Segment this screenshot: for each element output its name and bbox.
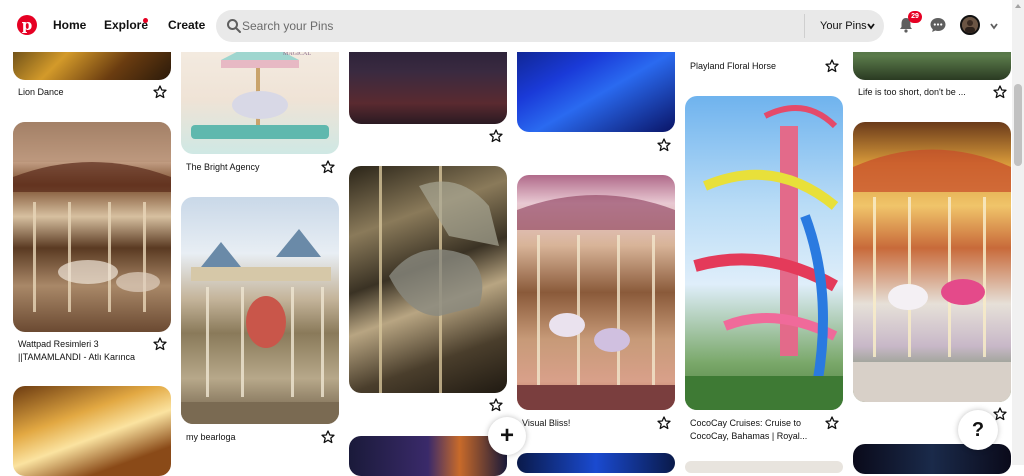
nav-create[interactable]: Create <box>168 18 205 32</box>
pin-title-line-1[interactable]: Wattpad Resimleri 3 <box>18 338 99 351</box>
pin-title-line-2[interactable]: ||TAMAMLANDI - Atlı Karınca <box>18 351 135 364</box>
pin-image-carousel-horses[interactable] <box>349 166 507 393</box>
pin-title-line-2[interactable]: CocoCay, Bahamas | Royal... <box>690 430 807 443</box>
waterpark-illustration <box>685 105 843 410</box>
star-icon[interactable] <box>657 416 671 430</box>
pin-title-line-1[interactable]: CocoCay Cruises: Cruise to <box>690 417 801 430</box>
pin-title[interactable]: The Bright Agency <box>186 161 260 174</box>
scroll-up-arrow-icon[interactable] <box>1015 4 1021 8</box>
star-icon[interactable] <box>489 129 503 143</box>
search-input[interactable] <box>242 10 802 42</box>
carousel-illustration <box>181 229 339 424</box>
page-scrollbar[interactable] <box>1012 0 1024 465</box>
pin-image-my-bearloga[interactable] <box>181 197 339 424</box>
star-icon[interactable] <box>321 430 335 444</box>
account-chevron-down-icon[interactable] <box>989 21 999 31</box>
pin-title[interactable]: Playland Floral Horse <box>690 60 776 73</box>
add-pin-button[interactable]: + <box>488 417 526 455</box>
search-icon <box>227 19 241 33</box>
pin-image-blue-ride[interactable] <box>517 453 675 473</box>
explore-new-dot-icon <box>143 18 148 23</box>
carousel-illustration <box>517 195 675 410</box>
help-button[interactable]: ? <box>958 410 998 450</box>
nav-explore[interactable]: Explore <box>104 18 148 32</box>
star-icon[interactable] <box>489 398 503 412</box>
notification-count-badge: 29 <box>908 11 922 23</box>
nav-home[interactable]: Home <box>53 18 86 32</box>
pin-image-dark-partial[interactable] <box>853 444 1011 474</box>
pin-image-visual-bliss[interactable] <box>517 175 675 410</box>
search-scope-dropdown[interactable]: Your Pins <box>820 20 867 32</box>
pin-title[interactable]: Visual Bliss! <box>522 417 570 430</box>
star-icon[interactable] <box>825 59 839 73</box>
avatar[interactable] <box>960 15 980 35</box>
search-divider <box>804 14 805 38</box>
chat-icon[interactable] <box>929 16 947 34</box>
star-icon[interactable] <box>321 160 335 174</box>
star-icon[interactable] <box>825 416 839 430</box>
carousel-illustration <box>853 149 1011 402</box>
pin-image-cococay[interactable] <box>685 96 843 410</box>
chevron-down-icon[interactable] <box>866 21 876 31</box>
star-icon[interactable] <box>993 85 1007 99</box>
search-bar: Your Pins <box>216 10 884 42</box>
pin-image-carousel-lights[interactable] <box>13 386 171 476</box>
pin-image-night-ride[interactable] <box>349 436 507 476</box>
pin-title[interactable]: Life is too short, don't be ... <box>858 86 966 99</box>
scrollbar-thumb[interactable] <box>1014 84 1022 166</box>
pin-image-carousel-2[interactable] <box>853 122 1011 402</box>
star-icon[interactable] <box>153 337 167 351</box>
star-icon[interactable] <box>153 85 167 99</box>
avatar-image <box>962 17 978 33</box>
pin-image-carousel-1[interactable] <box>13 122 171 332</box>
pin-title[interactable]: my bearloga <box>186 431 236 444</box>
top-bar: p Home Explore Create Your Pins 29 <box>0 0 1012 52</box>
carousel-illustration <box>13 122 171 312</box>
pin-title[interactable]: Lion Dance <box>18 86 64 99</box>
pin-image-partial[interactable] <box>685 461 843 473</box>
pinterest-logo-icon[interactable]: p <box>17 15 37 35</box>
star-icon[interactable] <box>657 138 671 152</box>
carousel-illustration <box>379 166 499 393</box>
